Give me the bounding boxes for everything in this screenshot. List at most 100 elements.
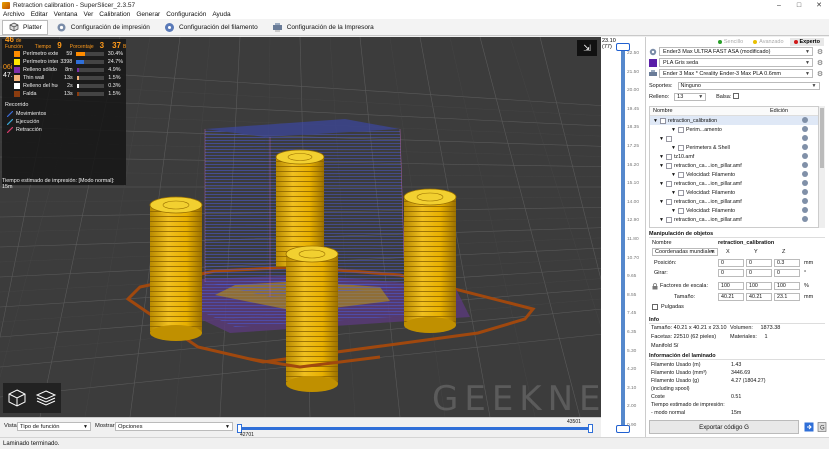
settings-icon[interactable] <box>802 126 808 132</box>
legend-row[interactable]: Relleno del hueco 2s 0.3% <box>5 82 123 90</box>
expand-arrow-icon[interactable]: ▼ <box>659 163 664 169</box>
object-list-item[interactable]: ▼ <box>650 134 818 143</box>
menu-configuracion[interactable]: Configuración <box>166 11 206 18</box>
settings-icon[interactable] <box>802 135 808 141</box>
export-file-icon[interactable]: G <box>817 422 827 432</box>
legend-travel-row[interactable]: Ejecución <box>5 118 123 126</box>
settings-icon[interactable] <box>802 162 808 168</box>
edit-preset-icon[interactable]: ⚙ <box>816 70 824 78</box>
object-list-item[interactable]: ▼ Perimeters & Shell <box>650 143 818 152</box>
legend-row[interactable]: Thin wall 13s 1.5% <box>5 74 123 82</box>
collapse-sidebar-button[interactable]: ⇲ <box>577 40 597 56</box>
send-gcode-icon[interactable] <box>804 422 814 432</box>
position-x-input[interactable]: 0 <box>718 259 744 267</box>
tab-printer-settings[interactable]: Configuración de la Impresora <box>266 20 380 35</box>
settings-icon[interactable] <box>802 117 808 123</box>
settings-icon[interactable] <box>802 144 808 150</box>
settings-icon[interactable] <box>802 180 808 186</box>
menu-calibration[interactable]: Calibration <box>99 11 130 18</box>
object-list-item[interactable]: ▼ retraction_ca....ion_pillar.amf <box>650 197 818 206</box>
settings-icon[interactable] <box>802 189 808 195</box>
size-x-input[interactable]: 40.21 <box>718 293 744 301</box>
legend-travel-row[interactable]: Movimientos <box>5 110 123 118</box>
menu-ventana[interactable]: Ventana <box>54 11 78 18</box>
print-preset-select[interactable]: Ender3 Max ULTRA FAST ASA (modificado) ▼ <box>659 47 813 56</box>
expand-arrow-icon[interactable]: ▼ <box>659 181 664 187</box>
menu-editar[interactable]: Editar <box>31 11 48 18</box>
menu-generar[interactable]: Generar <box>136 11 160 18</box>
menu-archivo[interactable]: Archivo <box>3 11 25 18</box>
view-type-select[interactable]: Tipo de función ▼ <box>17 422 91 431</box>
object-list-item[interactable]: ▼ Perim...amento <box>650 125 818 134</box>
support-select[interactable]: Ninguno ▼ <box>677 82 820 90</box>
legend-row[interactable]: Relleno sólido 8m 4.9% <box>5 66 123 74</box>
brim-checkbox[interactable] <box>733 93 740 100</box>
3d-viewport[interactable]: GEEKNETIC 46de Función Tiempo9 Porcentaj… <box>0 37 623 417</box>
move-slider-track[interactable] <box>237 427 593 430</box>
mode-advanced[interactable]: Avanzado <box>749 38 787 46</box>
object-list-item[interactable]: ▼ tz10.amf <box>650 152 818 161</box>
object-list-item[interactable]: ▼ Velocidad: Filamento <box>650 206 818 215</box>
filament-color-swatch[interactable] <box>649 58 657 67</box>
mode-simple[interactable]: Sencillo <box>714 38 747 46</box>
move-slider-right-handle[interactable] <box>588 424 593 433</box>
expand-arrow-icon[interactable]: ▼ <box>659 217 664 223</box>
multi-layer-icon[interactable] <box>35 388 57 408</box>
tab-platter[interactable]: Platter <box>2 19 48 35</box>
expand-arrow-icon[interactable]: ▼ <box>671 145 676 151</box>
object-list-item[interactable]: ▼ Velocidad: Filamento <box>650 188 818 197</box>
size-y-input[interactable]: 40.21 <box>746 293 772 301</box>
edit-preset-icon[interactable]: ⚙ <box>816 48 824 56</box>
maximize-icon[interactable]: □ <box>789 0 809 10</box>
close-icon[interactable]: ✕ <box>809 0 829 10</box>
rotate-z-input[interactable]: 0 <box>774 269 800 277</box>
legend-row[interactable]: Perímetro interno3398 24.7% <box>5 58 123 66</box>
settings-icon[interactable] <box>802 153 808 159</box>
infill-select[interactable]: 13 ▼ <box>674 93 707 101</box>
filament-preset-select[interactable]: PLA Gris seda ▼ <box>659 58 813 67</box>
expand-arrow-icon[interactable]: ▼ <box>659 199 664 205</box>
settings-icon[interactable] <box>802 216 808 222</box>
scale-z-input[interactable]: 100 <box>774 282 800 290</box>
expand-arrow-icon[interactable]: ▼ <box>659 136 664 142</box>
tab-print-settings[interactable]: Configuración de impresión <box>50 20 156 35</box>
menu-ayuda[interactable]: Ayuda <box>212 11 230 18</box>
rotate-x-input[interactable]: 0 <box>718 269 744 277</box>
edit-preset-icon[interactable]: ⚙ <box>816 59 824 67</box>
object-list-item[interactable]: ▼ Velocidad: Filamento <box>650 170 818 179</box>
position-y-input[interactable]: 0 <box>746 259 772 267</box>
single-layer-icon[interactable] <box>7 388 27 408</box>
scale-y-input[interactable]: 100 <box>746 282 772 290</box>
settings-icon[interactable] <box>802 198 808 204</box>
object-list-scrollbar[interactable] <box>819 106 825 228</box>
move-slider[interactable]: 42701 43501 <box>237 419 597 438</box>
expand-arrow-icon[interactable]: ▼ <box>671 190 676 196</box>
expand-arrow-icon[interactable]: ▼ <box>671 172 676 178</box>
settings-icon[interactable] <box>802 207 808 213</box>
export-gcode-button[interactable]: Exportar código G <box>649 420 799 434</box>
scrollbar-thumb[interactable] <box>820 108 824 168</box>
object-list-item[interactable]: ▼ retraction_calibration <box>650 116 818 125</box>
show-options-select[interactable]: Opciones ▼ <box>115 422 233 431</box>
legend-row[interactable]: Perímetro externo 59 30.4% <box>5 50 123 58</box>
tab-filament-settings[interactable]: Configuración del filamento <box>158 20 264 35</box>
settings-icon[interactable] <box>802 171 808 177</box>
coord-system-select[interactable]: Coordenadas mundiales ▼ <box>652 248 718 256</box>
expand-arrow-icon[interactable]: ▼ <box>671 208 676 214</box>
object-list[interactable]: Nombre Edición ▼ retraction_calibration ▼ P… <box>649 106 819 228</box>
object-list-item[interactable]: ▼ retraction_ca....ion_pillar.amf <box>650 215 818 224</box>
size-z-input[interactable]: 23.1 <box>774 293 800 301</box>
legend-travel-row[interactable]: Retracción <box>5 126 123 134</box>
object-list-item[interactable]: ▼ retraction_ca....ion_pillar.amf <box>650 179 818 188</box>
view-toggle[interactable] <box>3 383 61 413</box>
scale-x-input[interactable]: 100 <box>718 282 744 290</box>
printer-preset-select[interactable]: Ender 3 Max * Creality Ender-3 Max PLA 0… <box>659 69 813 78</box>
menu-ver[interactable]: Ver <box>84 11 94 18</box>
mode-expert[interactable]: Experto <box>789 37 824 46</box>
position-z-input[interactable]: 0.3 <box>774 259 800 267</box>
legend-row[interactable]: Falda 13s 1.5% <box>5 90 123 98</box>
rotate-y-input[interactable]: 0 <box>746 269 772 277</box>
lock-icon[interactable] <box>652 283 658 290</box>
object-list-item[interactable]: ▼ retraction_ca....ion_pillar.amf <box>650 161 818 170</box>
expand-arrow-icon[interactable]: ▼ <box>659 154 664 160</box>
